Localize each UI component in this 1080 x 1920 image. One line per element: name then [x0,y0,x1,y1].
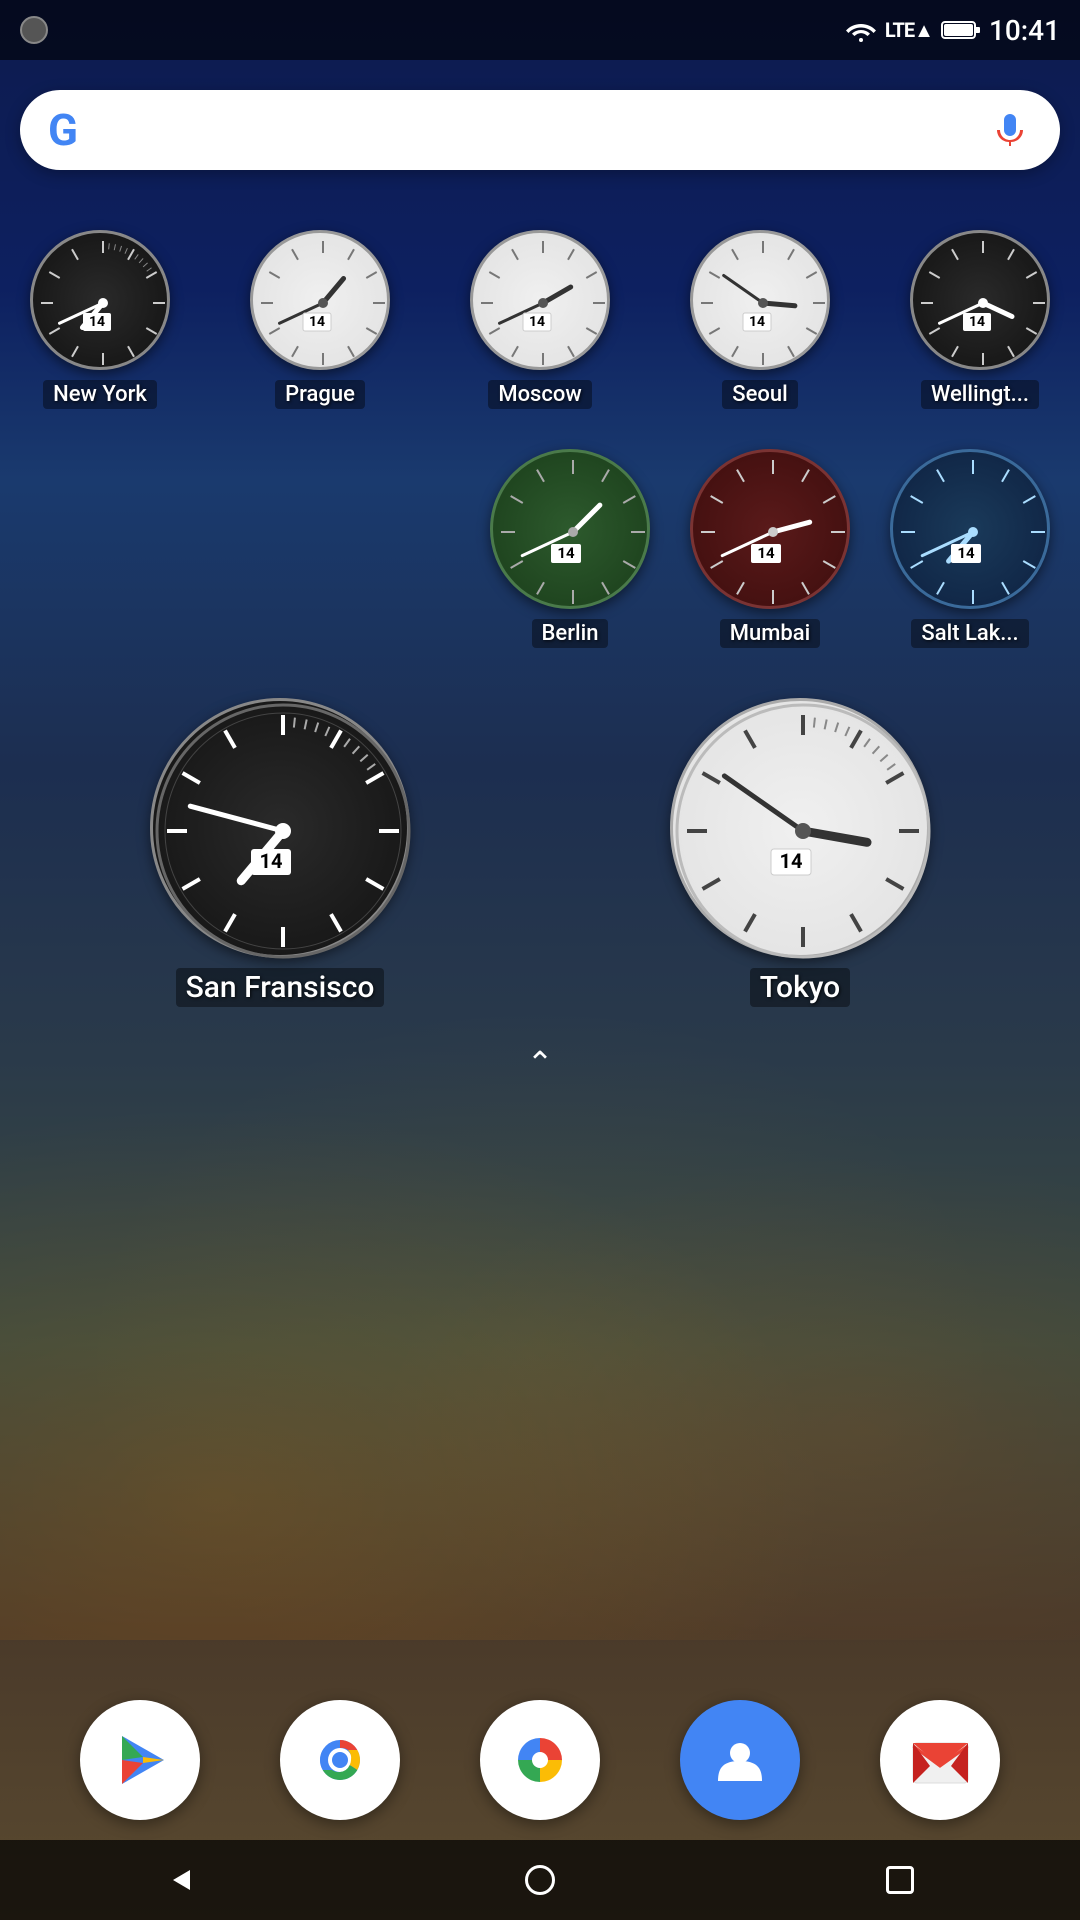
chevron-up-indicator[interactable]: ⌃ [20,1037,1060,1089]
svg-text:14: 14 [557,544,575,562]
clock-face-tokyo: 14 [670,698,930,958]
clock-label-seoul: Seoul [722,380,797,409]
chrome-icon [305,1725,375,1795]
clock-item-tokyo[interactable]: 14 Tokyo [670,698,930,1007]
contacts-icon [713,1733,768,1788]
clock-label-berlin: Berlin [532,619,609,648]
clock-item-berlin[interactable]: 14 Berlin [490,449,650,648]
google-logo: G [48,108,78,152]
wifi-icon [845,18,877,42]
clock-face-berlin: 14 [490,449,650,609]
svg-text:14: 14 [780,849,803,873]
chevron-up-icon: ⌃ [527,1047,554,1079]
clock-row-top: 14 New York [20,230,1060,409]
search-input[interactable] [98,110,988,150]
svg-text:14: 14 [260,849,283,873]
dock [0,1680,1080,1840]
clock-face-wellington: 14 [910,230,1050,370]
clock-item-new-york[interactable]: 14 New York [30,230,170,409]
clock-row-mid: 14 Berlin [20,449,1060,648]
back-button[interactable] [140,1850,220,1910]
lte-icon: LTE▲ [885,18,933,43]
recents-button[interactable] [860,1850,940,1910]
gmail-app[interactable] [880,1700,1000,1820]
svg-text:14: 14 [529,314,545,330]
camera-icon [20,16,48,44]
back-icon [165,1865,195,1895]
svg-text:14: 14 [969,314,985,330]
clock-item-mumbai[interactable]: 14 Mumbai [690,449,850,648]
svg-text:14: 14 [957,544,975,562]
svg-text:14: 14 [749,314,765,330]
clock-face-saltlake: 14 [890,449,1050,609]
clock-face-san-francisco: 14 [150,698,410,958]
svg-text:14: 14 [757,544,775,562]
play-store-app[interactable] [80,1700,200,1820]
contacts-app[interactable] [680,1700,800,1820]
navigation-bar [0,1840,1080,1920]
clock-label-mumbai: Mumbai [720,619,820,648]
status-bar-left [20,16,48,44]
play-store-icon [110,1730,170,1790]
battery-icon [941,18,981,42]
clock-item-saltlake[interactable]: 14 Salt Lak... [890,449,1050,648]
clock-item-moscow[interactable]: 14 Moscow [470,230,610,409]
clock-face-moscow: 14 [470,230,610,370]
main-content: G [0,60,1080,1740]
clock-face-prague: 14 [250,230,390,370]
clock-label-tokyo: Tokyo [750,968,850,1007]
clock-row-large: 14 San Fransisco [20,698,1060,1007]
status-bar: LTE▲ 10:41 [0,0,1080,60]
photos-app[interactable] [480,1700,600,1820]
status-time: 10:41 [989,14,1060,47]
clock-label-san-francisco: San Fransisco [176,968,385,1007]
svg-text:14: 14 [89,314,105,330]
clock-label-prague: Prague [275,380,365,409]
photos-icon [508,1728,573,1793]
chrome-app[interactable] [280,1700,400,1820]
clock-label-moscow: Moscow [488,380,591,409]
clock-item-seoul[interactable]: 14 Seoul [690,230,830,409]
clock-item-san-francisco[interactable]: 14 San Fransisco [150,698,410,1007]
clock-label-new-york: New York [43,380,157,409]
clock-item-prague[interactable]: 14 Prague [250,230,390,409]
mic-icon[interactable] [988,108,1032,152]
clock-face-new-york: 14 [30,230,170,370]
clock-label-wellington: Wellingt... [921,380,1039,409]
home-icon [525,1865,555,1895]
recents-icon [886,1866,914,1894]
status-bar-right: LTE▲ 10:41 [845,14,1060,47]
clock-face-seoul: 14 [690,230,830,370]
home-button[interactable] [500,1850,580,1910]
search-bar[interactable]: G [20,90,1060,170]
clock-item-wellington[interactable]: 14 Wellingt... [910,230,1050,409]
clock-face-mumbai: 14 [690,449,850,609]
clock-label-saltlake: Salt Lak... [911,619,1028,648]
gmail-icon [908,1728,973,1793]
svg-text:14: 14 [309,314,325,330]
